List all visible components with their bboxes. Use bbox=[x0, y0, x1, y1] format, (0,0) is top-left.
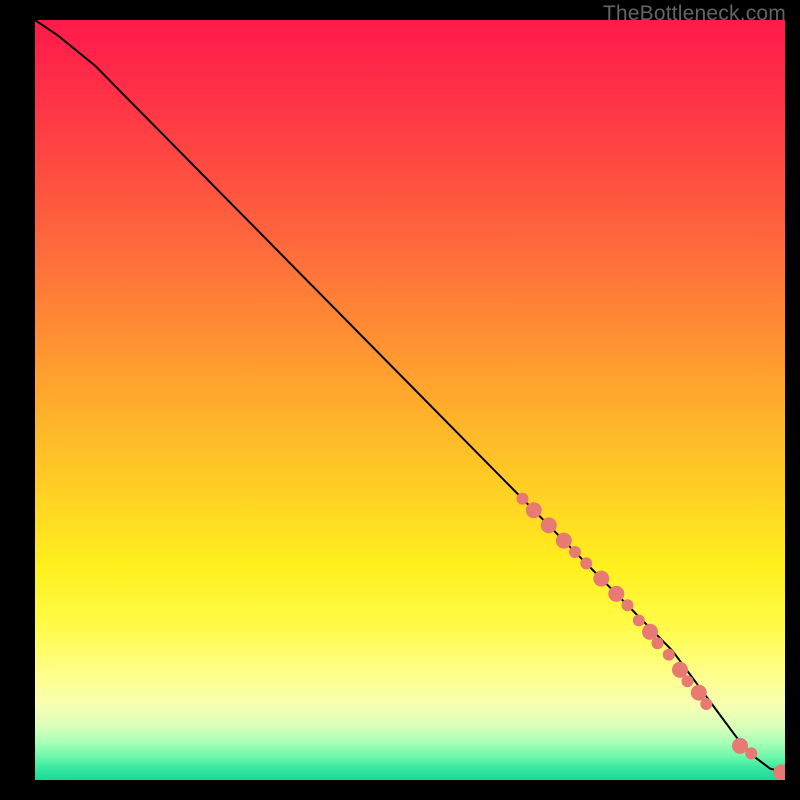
plot-area bbox=[35, 20, 785, 780]
datapoint bbox=[608, 586, 624, 602]
chart-svg bbox=[35, 20, 785, 780]
datapoint bbox=[745, 747, 757, 759]
datapoint bbox=[633, 614, 645, 626]
datapoint bbox=[526, 502, 542, 518]
datapoint bbox=[622, 599, 634, 611]
datapoint bbox=[569, 546, 581, 558]
chart-frame: TheBottleneck.com bbox=[0, 0, 800, 800]
datapoint bbox=[773, 764, 785, 780]
datapoint bbox=[700, 698, 712, 710]
datapoints-group bbox=[517, 493, 786, 780]
datapoint bbox=[663, 649, 675, 661]
datapoint bbox=[517, 493, 529, 505]
datapoint bbox=[556, 533, 572, 549]
datapoint bbox=[580, 557, 592, 569]
datapoint bbox=[682, 675, 694, 687]
datapoint bbox=[541, 517, 557, 533]
watermark-text: TheBottleneck.com bbox=[603, 2, 786, 26]
datapoint bbox=[652, 637, 664, 649]
datapoint bbox=[593, 571, 609, 587]
